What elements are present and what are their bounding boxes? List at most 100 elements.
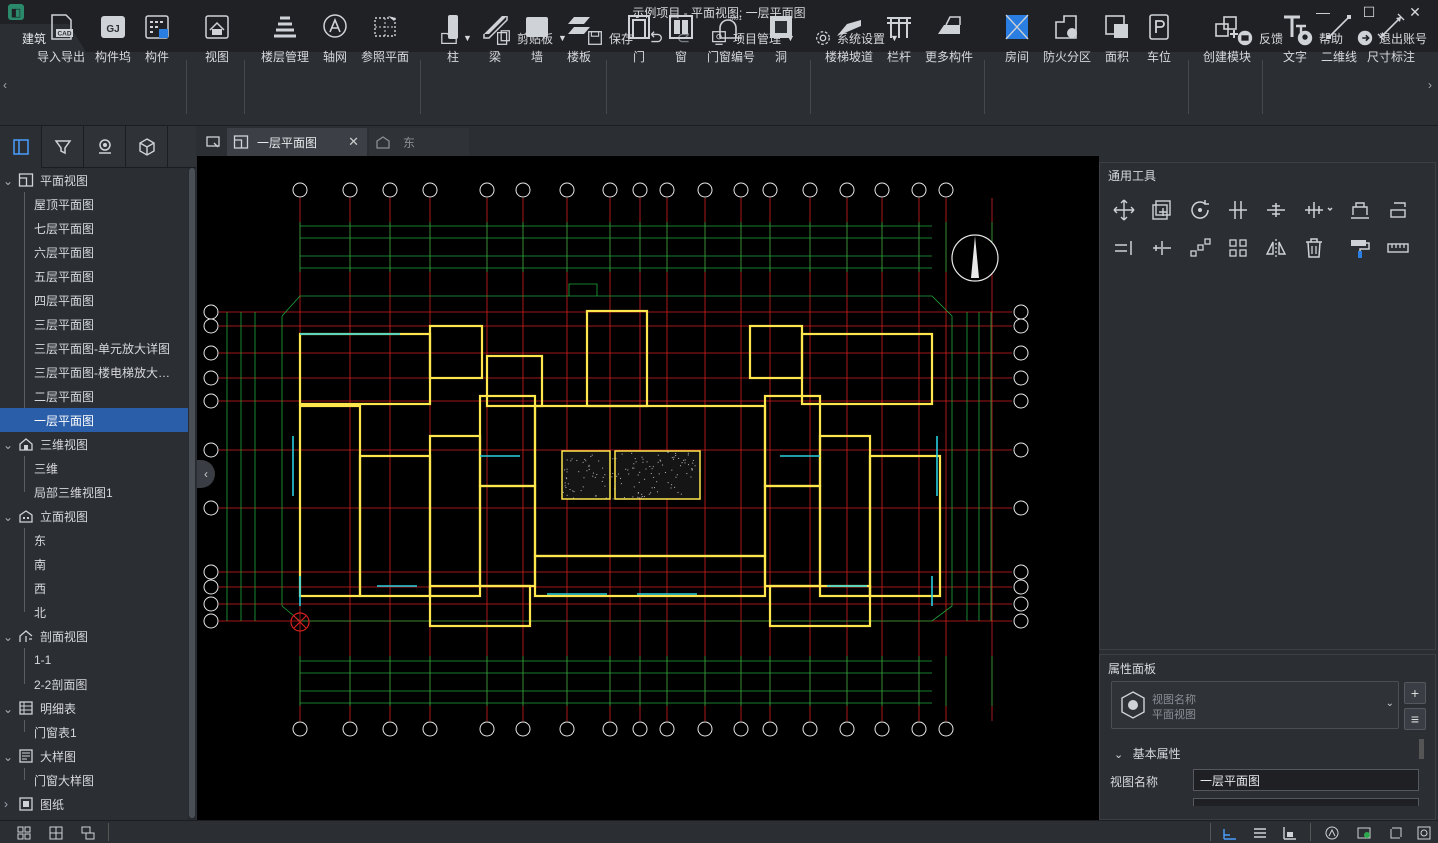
tree-item-door-window-detail[interactable]: 门窗大样图 (0, 768, 188, 792)
tab-filter[interactable] (42, 126, 84, 168)
tree-item-floor3[interactable]: 三层平面图 (0, 312, 188, 336)
tree-item-floor4[interactable]: 四层平面图 (0, 288, 188, 312)
tree-node-3d-views[interactable]: ⌄ 三维视图 (0, 432, 188, 456)
window-button[interactable]: 窗 (654, 10, 708, 66)
mirror-axis-tool[interactable] (1111, 235, 1137, 261)
tree-node-details[interactable]: ⌄ 大样图 (0, 744, 188, 768)
tree-item-partial-3d[interactable]: 局部三维视图1 (0, 480, 188, 504)
tree-item-west[interactable]: 西 (0, 576, 188, 600)
chevron-down-icon[interactable]: ⌄ (3, 510, 13, 520)
floor-mgmt-button[interactable]: 楼层管理 (258, 10, 312, 66)
tree-item-section-1-1[interactable]: 1-1 (0, 648, 188, 672)
chevron-right-icon[interactable]: › (4, 797, 14, 807)
tree-item-floor3-elevator-detail[interactable]: 三层平面图-楼电梯放大… (0, 360, 188, 384)
tree-item-3d[interactable]: 三维 (0, 456, 188, 480)
line2d-button[interactable]: 二维线 (1312, 10, 1366, 66)
tree-item-east[interactable]: 东 (0, 528, 188, 552)
move-tool[interactable] (1111, 197, 1137, 223)
chevron-down-icon[interactable]: ⌄ (3, 174, 13, 184)
tree-node-sections[interactable]: ⌄ 剖面视图 (0, 624, 188, 648)
tree-item-roof-plan[interactable]: 屋顶平面图 (0, 192, 188, 216)
zoom-fit-icon[interactable] (1414, 823, 1434, 843)
opening-button[interactable]: 洞 (754, 10, 808, 66)
tree-node-plan-views[interactable]: ⌄ 平面视图 (0, 168, 188, 192)
add-button[interactable]: + (1404, 682, 1426, 704)
view-type-selector[interactable]: 视图名称 平面视图 ⌄ (1111, 681, 1399, 729)
break-tool[interactable] (1149, 235, 1175, 261)
dimension-button[interactable]: 尺寸标注 (1364, 10, 1418, 66)
view-name-field[interactable]: 一层平面图 (1193, 769, 1419, 791)
extend-tool[interactable] (1301, 197, 1335, 223)
chevron-down-icon[interactable]: ⌄ (3, 630, 13, 640)
fire-zone-label: 防火分区 (1043, 48, 1091, 65)
tree-item-south[interactable]: 南 (0, 552, 188, 576)
tab-floor1-plan[interactable]: 一层平面图 ✕ (227, 128, 367, 156)
tree-node-elevations[interactable]: ⌄ 立面视图 (0, 504, 188, 528)
rotate-tool[interactable] (1187, 197, 1213, 223)
scrollbar-thumb[interactable] (189, 168, 195, 818)
tab-project-tree[interactable] (0, 126, 42, 168)
tree-item-floor7[interactable]: 七层平面图 (0, 216, 188, 240)
tree-scrollbar[interactable] (188, 168, 196, 820)
render-icon[interactable] (1354, 823, 1374, 843)
fire-zone-button[interactable]: 防火分区 (1040, 10, 1094, 66)
scale-icon[interactable] (1220, 823, 1240, 843)
tree-item-door-window-schedule[interactable]: 门窗表1 (0, 720, 188, 744)
tab-east-elevation[interactable]: 东 (369, 128, 469, 156)
crop-view-icon[interactable] (1386, 823, 1406, 843)
layout-cascade-icon[interactable] (78, 823, 98, 843)
parking-button[interactable]: 车位 (1132, 10, 1186, 66)
align-tool[interactable] (1347, 197, 1373, 223)
chevron-down-icon[interactable]: ⌄ (3, 750, 13, 760)
mirror-tool[interactable] (1263, 235, 1289, 261)
layout-tile-icon[interactable] (46, 823, 66, 843)
tree-item-section-2-2[interactable]: 2-2剖面图 (0, 672, 188, 696)
detail-level-icon[interactable] (1250, 823, 1270, 843)
ref-plane-button[interactable]: 参照平面 (358, 10, 412, 66)
drawing-canvas[interactable] (197, 156, 1099, 820)
tab-list-button[interactable] (201, 128, 225, 156)
view-button[interactable]: 视图 (190, 10, 244, 66)
tab-3d-model[interactable] (126, 126, 168, 168)
ribbon-scroll-left-icon[interactable]: ‹ (3, 78, 7, 92)
slab-button[interactable]: 楼板 (552, 10, 606, 66)
basic-props-section[interactable]: ⌄ 基本属性 (1114, 745, 1181, 762)
match-props-tool[interactable] (1347, 235, 1373, 261)
measure-tool[interactable] (1385, 235, 1411, 261)
room-button[interactable]: 房间 (990, 10, 1044, 66)
tree-node-schedules[interactable]: ⌄ 明细表 (0, 696, 188, 720)
delete-tool[interactable] (1301, 235, 1327, 261)
tree-item-floor1[interactable]: 一层平面图 (0, 408, 188, 432)
trim-tool[interactable] (1225, 197, 1251, 223)
visual-style-icon[interactable] (1280, 823, 1300, 843)
offset-tool[interactable] (1385, 197, 1411, 223)
chevron-down-icon[interactable]: ⌄ (3, 702, 13, 712)
tree-item-floor3-unit-detail[interactable]: 三层平面图-单元放大详图 (0, 336, 188, 360)
list-menu-button[interactable]: ≡ (1404, 708, 1426, 730)
create-module-button[interactable]: 创建模块 (1200, 10, 1254, 66)
ribbon-scroll-right-icon[interactable]: › (1428, 78, 1432, 92)
grid-button[interactable]: 轴网 (308, 10, 362, 66)
split-tool[interactable] (1263, 197, 1289, 223)
tree-item-floor2[interactable]: 二层平面图 (0, 384, 188, 408)
import-export-button[interactable]: CAD 导入导出 (34, 10, 88, 66)
chevron-down-icon[interactable]: ⌄ (3, 438, 13, 448)
door-window-number-button[interactable]: M01 门窗编号 (704, 10, 758, 66)
props-scrollbar[interactable] (1419, 739, 1424, 759)
group-tool[interactable] (1225, 235, 1251, 261)
tree-node-sheets[interactable]: › 图纸 (0, 792, 188, 816)
tree-item-floor6[interactable]: 六层平面图 (0, 240, 188, 264)
layout-grid-icon[interactable] (14, 823, 34, 843)
tree-item-floor5[interactable]: 五层平面图 (0, 264, 188, 288)
tree-item-north[interactable]: 北 (0, 600, 188, 624)
stair-ramp-button[interactable]: 楼梯坡道 (822, 10, 876, 66)
copy-tool[interactable] (1149, 197, 1175, 223)
annotation-icon[interactable] (1322, 823, 1342, 843)
next-property-field[interactable] (1193, 798, 1419, 806)
railing-button[interactable]: 栏杆 (872, 10, 926, 66)
component-button[interactable]: 构件 (130, 10, 184, 66)
array-tool[interactable] (1187, 235, 1213, 261)
tab-location[interactable] (84, 126, 126, 168)
more-components-button[interactable]: 更多构件 (922, 10, 976, 66)
close-tab-icon[interactable]: ✕ (348, 134, 359, 150)
